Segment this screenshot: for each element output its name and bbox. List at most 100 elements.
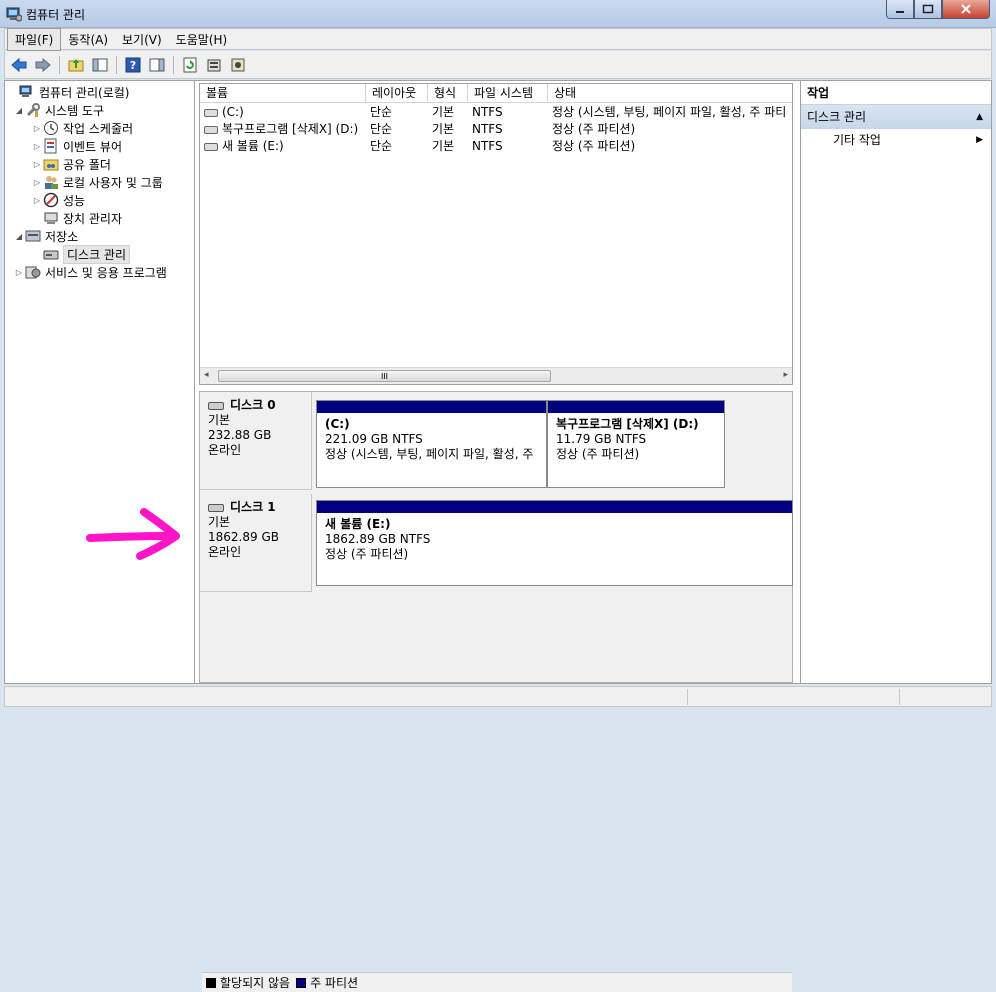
table-row[interactable]: (C:) 단순 기본 NTFS 정상 (시스템, 부팅, 페이지 파일, 활성,… (200, 104, 792, 121)
disk-info[interactable]: 디스크 0 기본 232.88 GB 온라인 (200, 392, 312, 490)
computer-management-icon (19, 85, 32, 97)
partition-status: 정상 (주 파티션) (325, 547, 409, 561)
disk-size: 232.88 GB (208, 428, 272, 442)
scroll-left-icon[interactable]: ◂ (204, 370, 209, 380)
partition-name: 새 볼륨 (E:) (325, 517, 391, 531)
actions-more-label: 기타 작업 (833, 133, 881, 147)
maximize-button[interactable] (914, 0, 942, 19)
show-hide-action-button[interactable] (147, 55, 167, 75)
disk-info[interactable]: 디스크 1 기본 1862.89 GB 온라인 (200, 494, 312, 592)
toolbar-separator (116, 55, 117, 74)
close-icon (961, 4, 971, 14)
tree-item-storage[interactable]: ◢ 저장소 (13, 227, 78, 245)
status-segment (899, 689, 991, 705)
volume-icon (204, 125, 218, 134)
collapse-up-icon[interactable]: ▲ (976, 105, 983, 129)
tree-item-shared-folders[interactable]: ▷ 공유 폴더 (31, 155, 111, 173)
users-icon (45, 176, 58, 189)
status-bar (4, 686, 992, 707)
partition-size: 221.09 GB NTFS (325, 432, 423, 446)
toolbar: ? (4, 51, 992, 79)
legend-primary: 주 파티션 (310, 976, 359, 990)
up-level-button[interactable] (66, 55, 86, 75)
primary-partition-bar (548, 401, 724, 413)
refresh-icon (183, 57, 197, 72)
properties-button[interactable] (204, 55, 224, 75)
partition-status: 정상 (시스템, 부팅, 페이지 파일, 활성, 주 (325, 447, 534, 461)
volume-layout: 단순 (370, 122, 393, 136)
expand-icon[interactable]: ▷ (31, 178, 43, 187)
minimize-button[interactable] (886, 0, 914, 19)
col-header-status[interactable]: 상태 (548, 84, 794, 103)
tree-item-performance[interactable]: ▷ 성능 (31, 191, 85, 209)
expand-icon[interactable]: ▷ (31, 160, 43, 169)
partition-c[interactable]: (C:) 221.09 GB NTFS 정상 (시스템, 부팅, 페이지 파일,… (316, 400, 547, 488)
horizontal-scrollbar[interactable]: ◂ III ▸ (200, 367, 792, 384)
volume-list: 볼륨 레이아웃 형식 파일 시스템 상태 (C:) 단순 기본 NTFS 정상 … (199, 83, 793, 385)
primary-partition-bar (317, 401, 546, 413)
legend: 할당되지 않음 주 파티션 (202, 972, 792, 992)
partition-d[interactable]: 복구프로그램 [삭제X] (D:) 11.79 GB NTFS 정상 (주 파티… (547, 400, 725, 488)
close-button[interactable] (942, 0, 990, 19)
volume-filesystem: NTFS (472, 139, 503, 153)
volume-icon (204, 142, 218, 151)
tree-item-task-scheduler[interactable]: ▷ 작업 스케줄러 (31, 119, 133, 137)
tree-item-root[interactable]: 컴퓨터 관리(로컬) (7, 83, 129, 101)
back-button[interactable] (9, 55, 29, 75)
expand-icon[interactable]: ▷ (31, 124, 43, 133)
actions-more-item[interactable]: 기타 작업 ▶ (801, 129, 991, 151)
volume-icon (204, 108, 218, 117)
scroll-right-icon[interactable]: ▸ (783, 370, 788, 380)
disk-row: 디스크 1 기본 1862.89 GB 온라인 새 볼륨 (E:) 1862.8… (200, 494, 794, 592)
collapse-icon[interactable]: ◢ (13, 106, 25, 115)
col-header-filesystem[interactable]: 파일 시스템 (468, 84, 548, 103)
help-topic-icon (231, 58, 245, 71)
refresh-button[interactable] (180, 55, 200, 75)
partition-size: 1862.89 GB NTFS (325, 532, 431, 546)
storage-icon (25, 230, 41, 242)
scroll-thumb[interactable]: III (218, 370, 551, 382)
expand-icon[interactable]: ▷ (31, 142, 43, 151)
table-row[interactable]: 새 볼륨 (E:) 단순 기본 NTFS 정상 (주 파티션) (200, 138, 792, 155)
main-area: 컴퓨터 관리(로컬) ◢ 시스템 도구 ▷ 작업 스케줄러 ▷ 이벤트 뷰어 ▷… (4, 80, 992, 992)
help-icon: ? (125, 57, 141, 72)
tree-item-services[interactable]: ▷ 서비스 및 응용 프로그램 (13, 263, 167, 281)
expand-icon[interactable]: ▷ (31, 196, 43, 205)
partition-status: 정상 (주 파티션) (556, 447, 640, 461)
table-row[interactable]: 복구프로그램 [삭제X] (D:) 단순 기본 NTFS 정상 (주 파티션) (200, 121, 792, 138)
actions-section-disk-management[interactable]: 디스크 관리 ▲ (801, 105, 991, 129)
annotation-arrow-icon (86, 508, 180, 560)
center-pane: 볼륨 레이아웃 형식 파일 시스템 상태 (C:) 단순 기본 NTFS 정상 … (197, 81, 797, 992)
up-folder-icon (68, 58, 84, 71)
computer-management-icon (6, 7, 22, 22)
primary-partition-bar (317, 501, 792, 513)
actions-section-label: 디스크 관리 (807, 110, 867, 124)
col-header-volume[interactable]: 볼륨 (200, 84, 366, 103)
partition-e[interactable]: 새 볼륨 (E:) 1862.89 GB NTFS 정상 (주 파티션) (316, 500, 793, 586)
show-hide-tree-icon (92, 58, 108, 71)
tree-item-event-viewer[interactable]: ▷ 이벤트 뷰어 (31, 137, 122, 155)
volume-name: 복구프로그램 [삭제X] (D:) (222, 122, 359, 136)
tree-item-system-tools[interactable]: ◢ 시스템 도구 (13, 101, 104, 119)
col-header-type[interactable]: 형식 (428, 84, 468, 103)
help-topic-button[interactable] (228, 55, 248, 75)
volume-type: 기본 (432, 122, 455, 136)
forward-button[interactable] (33, 55, 53, 75)
menu-file[interactable]: 파일(F) (7, 27, 62, 51)
tree-item-disk-management[interactable]: 디스크 관리 (31, 244, 131, 264)
tree-item-device-manager[interactable]: 장치 관리자 (31, 209, 122, 227)
show-hide-tree-button[interactable] (90, 55, 110, 75)
partition-size: 11.79 GB NTFS (556, 432, 647, 446)
menu-help[interactable]: 도움말(H) (169, 29, 235, 50)
col-header-layout[interactable]: 레이아웃 (366, 84, 428, 103)
expand-icon[interactable]: ▷ (13, 268, 25, 277)
collapse-icon[interactable]: ◢ (13, 232, 25, 241)
disk-state: 온라인 (208, 545, 242, 559)
menu-view[interactable]: 보기(V) (115, 29, 169, 50)
volume-filesystem: NTFS (472, 122, 503, 136)
tree-item-local-users[interactable]: ▷ 로컬 사용자 및 그룹 (31, 173, 163, 191)
services-icon (25, 266, 41, 279)
help-button[interactable]: ? (123, 55, 143, 75)
menu-action[interactable]: 동작(A) (61, 29, 115, 50)
disk-icon (208, 503, 224, 512)
